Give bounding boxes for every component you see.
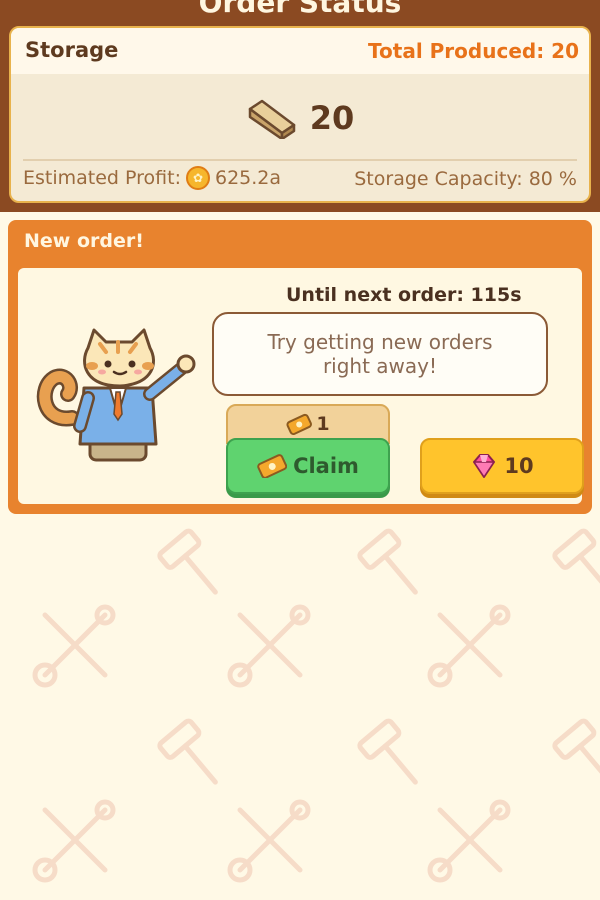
page-title: Order Status	[198, 0, 402, 19]
speech-bubble: Try getting new orders right away!	[212, 312, 548, 396]
next-order-timer: Until next order: 115s	[286, 284, 522, 306]
storage-amount-row: 20	[11, 90, 589, 146]
speech-bubble-line-2: right away!	[322, 354, 438, 378]
storage-card: Storage Total Produced: 20 20 Estimated …	[9, 26, 591, 203]
total-produced-label: Total Produced: 20	[368, 39, 579, 63]
gem-instant-order-button[interactable]: 10	[420, 438, 584, 494]
ticket-icon	[257, 454, 288, 478]
paw-coin-icon: ✿	[185, 166, 210, 190]
storage-label: Storage	[25, 38, 119, 62]
estimated-profit-label: Estimated Profit:	[23, 167, 181, 189]
ticket-count: 1	[316, 413, 330, 435]
order-status-header: Order Status Storage Total Produced: 20 …	[0, 0, 600, 212]
wood-plank-icon	[248, 99, 295, 139]
speech-bubble-line-1: Try getting new orders	[267, 330, 493, 354]
new-order-panel: New order! Until next order: 115s Try ge…	[8, 220, 592, 514]
gem-icon	[473, 454, 496, 478]
storage-count: 20	[309, 99, 355, 137]
ticket-icon	[286, 413, 313, 435]
claim-button[interactable]: Claim	[226, 438, 390, 494]
new-order-body: Until next order: 115s Try getting new o…	[18, 268, 584, 504]
estimated-profit-value: 625.2a	[214, 167, 282, 189]
storage-card-header: Storage Total Produced: 20	[11, 28, 589, 74]
claim-button-label: Claim	[293, 454, 359, 478]
divider	[23, 159, 577, 161]
cat-mascot-icon	[36, 328, 196, 462]
estimated-profit: Estimated Profit: ✿ 625.2a	[23, 166, 281, 190]
gem-cost: 10	[504, 454, 534, 478]
storage-capacity: Storage Capacity: 80 %	[354, 168, 577, 190]
new-order-title: New order!	[24, 230, 144, 252]
